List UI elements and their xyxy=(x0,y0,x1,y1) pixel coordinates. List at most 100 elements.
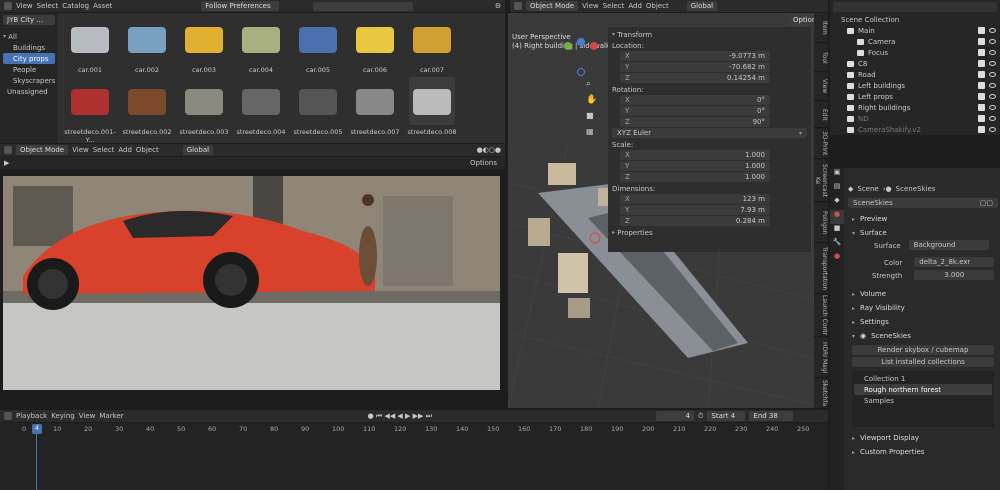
sidebar-tab-tool[interactable]: Tool xyxy=(814,44,828,72)
include-checkbox[interactable] xyxy=(978,93,985,100)
sidebar-tab-3d-print[interactable]: 3D-Print xyxy=(814,129,828,159)
streetdeco-thumbnail[interactable] xyxy=(181,77,227,125)
viewport-zoom-icon[interactable]: ⌕ xyxy=(586,79,591,89)
include-checkbox[interactable] xyxy=(978,60,985,67)
strength-value-field[interactable]: 3.000 xyxy=(914,270,995,280)
sidebar-tab-hdri-magi[interactable]: HDRI Magi xyxy=(814,338,828,378)
sidebar-tab-sketchfa[interactable]: Sketchfa xyxy=(814,379,828,409)
include-checkbox[interactable] xyxy=(978,38,985,45)
play-toggle-icon[interactable]: ▶ xyxy=(4,159,9,167)
transform-title[interactable]: ▾ Transform xyxy=(612,29,807,40)
viewport-menu-object[interactable]: Object xyxy=(646,2,669,10)
asset-settings-gear-icon[interactable]: ⚙ xyxy=(495,2,501,10)
rotation-y-field[interactable]: Y 0° xyxy=(620,106,770,116)
scale-y-field[interactable]: Y 1.000 xyxy=(620,161,770,171)
surface-section[interactable]: ▾ Surface xyxy=(846,226,1000,240)
render-menu-select[interactable]: Select xyxy=(93,146,115,154)
location-z-field[interactable]: Z 0.14254 m xyxy=(620,73,770,83)
category-unassigned[interactable]: Unassigned xyxy=(3,86,55,97)
category-all[interactable]: ▾ All xyxy=(3,31,55,42)
outliner-item[interactable]: CameraShakify.v2 xyxy=(833,124,997,135)
object-tab-icon[interactable]: ■ xyxy=(830,224,844,238)
outliner-item[interactable]: Left props xyxy=(833,91,997,102)
dimensions-y-field[interactable]: Y 7.93 m xyxy=(620,205,770,215)
render-menu-add[interactable]: Add xyxy=(118,146,132,154)
viewport-editor-icon[interactable] xyxy=(514,2,522,10)
visibility-eye-icon[interactable] xyxy=(989,72,996,77)
gizmo-x-axis-icon[interactable] xyxy=(590,42,598,50)
asset-menu-asset[interactable]: Asset xyxy=(93,2,112,10)
rotation-mode-dropdown[interactable]: XYZ Euler ▾ xyxy=(612,128,807,138)
modifier-tab-icon[interactable]: 🔧 xyxy=(830,238,844,252)
rotation-z-field[interactable]: Z 90° xyxy=(620,117,770,127)
outliner-root[interactable]: Scene Collection xyxy=(833,14,997,25)
category-buildings[interactable]: Buildings xyxy=(3,42,55,53)
outliner-item[interactable]: Camera xyxy=(833,36,997,47)
list-collections-button[interactable]: List installed collections xyxy=(852,357,994,367)
collection-list-item[interactable]: Collection 1 xyxy=(854,373,992,384)
end-frame-field[interactable]: End 38 xyxy=(749,411,794,421)
render-tab-icon[interactable]: ▣ xyxy=(830,168,844,182)
properties-subpanel[interactable]: ▸ Properties xyxy=(612,227,807,238)
collection-list-item[interactable]: Rough northern forest xyxy=(854,384,992,395)
viewport-orientation-dropdown[interactable]: Global xyxy=(686,1,718,11)
timeline-menu-view[interactable]: View xyxy=(79,412,96,420)
asset-search-input[interactable] xyxy=(313,1,414,11)
playhead-marker[interactable]: 4 xyxy=(32,424,42,434)
car-thumbnail[interactable] xyxy=(295,15,341,63)
outliner-item[interactable]: ND xyxy=(833,113,997,124)
render-orientation-dropdown[interactable]: Global xyxy=(182,145,214,155)
visibility-eye-icon[interactable] xyxy=(989,28,996,33)
include-checkbox[interactable] xyxy=(978,115,985,122)
category-skyscrapers[interactable]: Skyscrapers xyxy=(3,75,55,86)
viewport-grid-icon[interactable]: ▦ xyxy=(586,127,594,136)
preview-section[interactable]: ▸ Preview xyxy=(846,212,1000,226)
viewport-mode-dropdown[interactable]: Object Mode xyxy=(526,1,579,11)
import-mode-dropdown[interactable]: Follow Preferences xyxy=(201,1,280,11)
render-skybox-button[interactable]: Render skybox / cubemap xyxy=(852,345,994,355)
render-shading-sphere-icon[interactable]: ●◐○● xyxy=(477,146,501,154)
streetdeco-thumbnail[interactable] xyxy=(295,77,341,125)
timeline-menu-keying[interactable]: Keying xyxy=(51,412,75,420)
streetdeco-thumbnail[interactable] xyxy=(352,77,398,125)
sidebar-tab-item[interactable]: Item xyxy=(814,13,828,43)
outliner-item[interactable]: Left buildings xyxy=(833,80,997,91)
custom-properties-section[interactable]: ▸ Custom Properties xyxy=(846,445,1000,459)
scale-x-field[interactable]: X 1.000 xyxy=(620,150,770,160)
category-people[interactable]: People xyxy=(3,64,55,75)
streetdeco-thumbnail[interactable] xyxy=(409,77,455,125)
render-options-button[interactable]: Options xyxy=(470,159,497,167)
navigation-gizmo[interactable] xyxy=(560,38,604,82)
location-x-field[interactable]: X -9.0773 m xyxy=(620,51,770,61)
color-value-field[interactable]: delta_2_8k.exr xyxy=(914,257,995,267)
sceneskies-section[interactable]: ▾ ◉ SceneSkies xyxy=(846,329,1000,343)
sidebar-tab-launch-contr[interactable]: Launch Contr xyxy=(814,295,828,337)
world-datablock-selector[interactable]: SceneSkies ▢▢ xyxy=(848,198,998,208)
viewport-display-section[interactable]: ▸ Viewport Display xyxy=(846,431,1000,445)
world-tab-icon[interactable]: ● xyxy=(830,210,844,224)
include-checkbox[interactable] xyxy=(978,49,985,56)
gizmo-z-axis-icon[interactable] xyxy=(577,38,585,46)
visibility-eye-icon[interactable] xyxy=(989,94,996,99)
outliner-item[interactable]: Right buildings xyxy=(833,102,997,113)
asset-menu-select[interactable]: Select xyxy=(37,2,59,10)
sidebar-tab-transportation[interactable]: Transportation xyxy=(814,244,828,294)
viewport-camera-icon[interactable]: ■ xyxy=(586,111,594,120)
car-thumbnail[interactable] xyxy=(124,15,170,63)
gizmo-y-axis-icon[interactable] xyxy=(564,42,572,50)
category-city-props[interactable]: City props xyxy=(3,53,55,64)
visibility-eye-icon[interactable] xyxy=(989,105,996,110)
viewport-menu-view[interactable]: View xyxy=(582,2,599,10)
timeline-ruler[interactable]: 0 10 20 30 40 50 60 70 80 90 100 110 120 130 140 150 160… xyxy=(0,423,828,490)
include-checkbox[interactable] xyxy=(978,27,985,34)
visibility-eye-icon[interactable] xyxy=(989,39,996,44)
material-tab-icon[interactable]: ● xyxy=(830,252,844,266)
collection-list-item[interactable]: Samples xyxy=(854,395,992,406)
streetdeco-thumbnail[interactable] xyxy=(67,77,113,125)
location-y-field[interactable]: Y -70.682 m xyxy=(620,62,770,72)
render-editor-icon[interactable] xyxy=(4,146,12,154)
current-frame-field[interactable]: 4 xyxy=(655,411,694,421)
car-thumbnail[interactable] xyxy=(67,15,113,63)
visibility-eye-icon[interactable] xyxy=(989,50,996,55)
volume-section[interactable]: ▸ Volume xyxy=(846,287,1000,301)
